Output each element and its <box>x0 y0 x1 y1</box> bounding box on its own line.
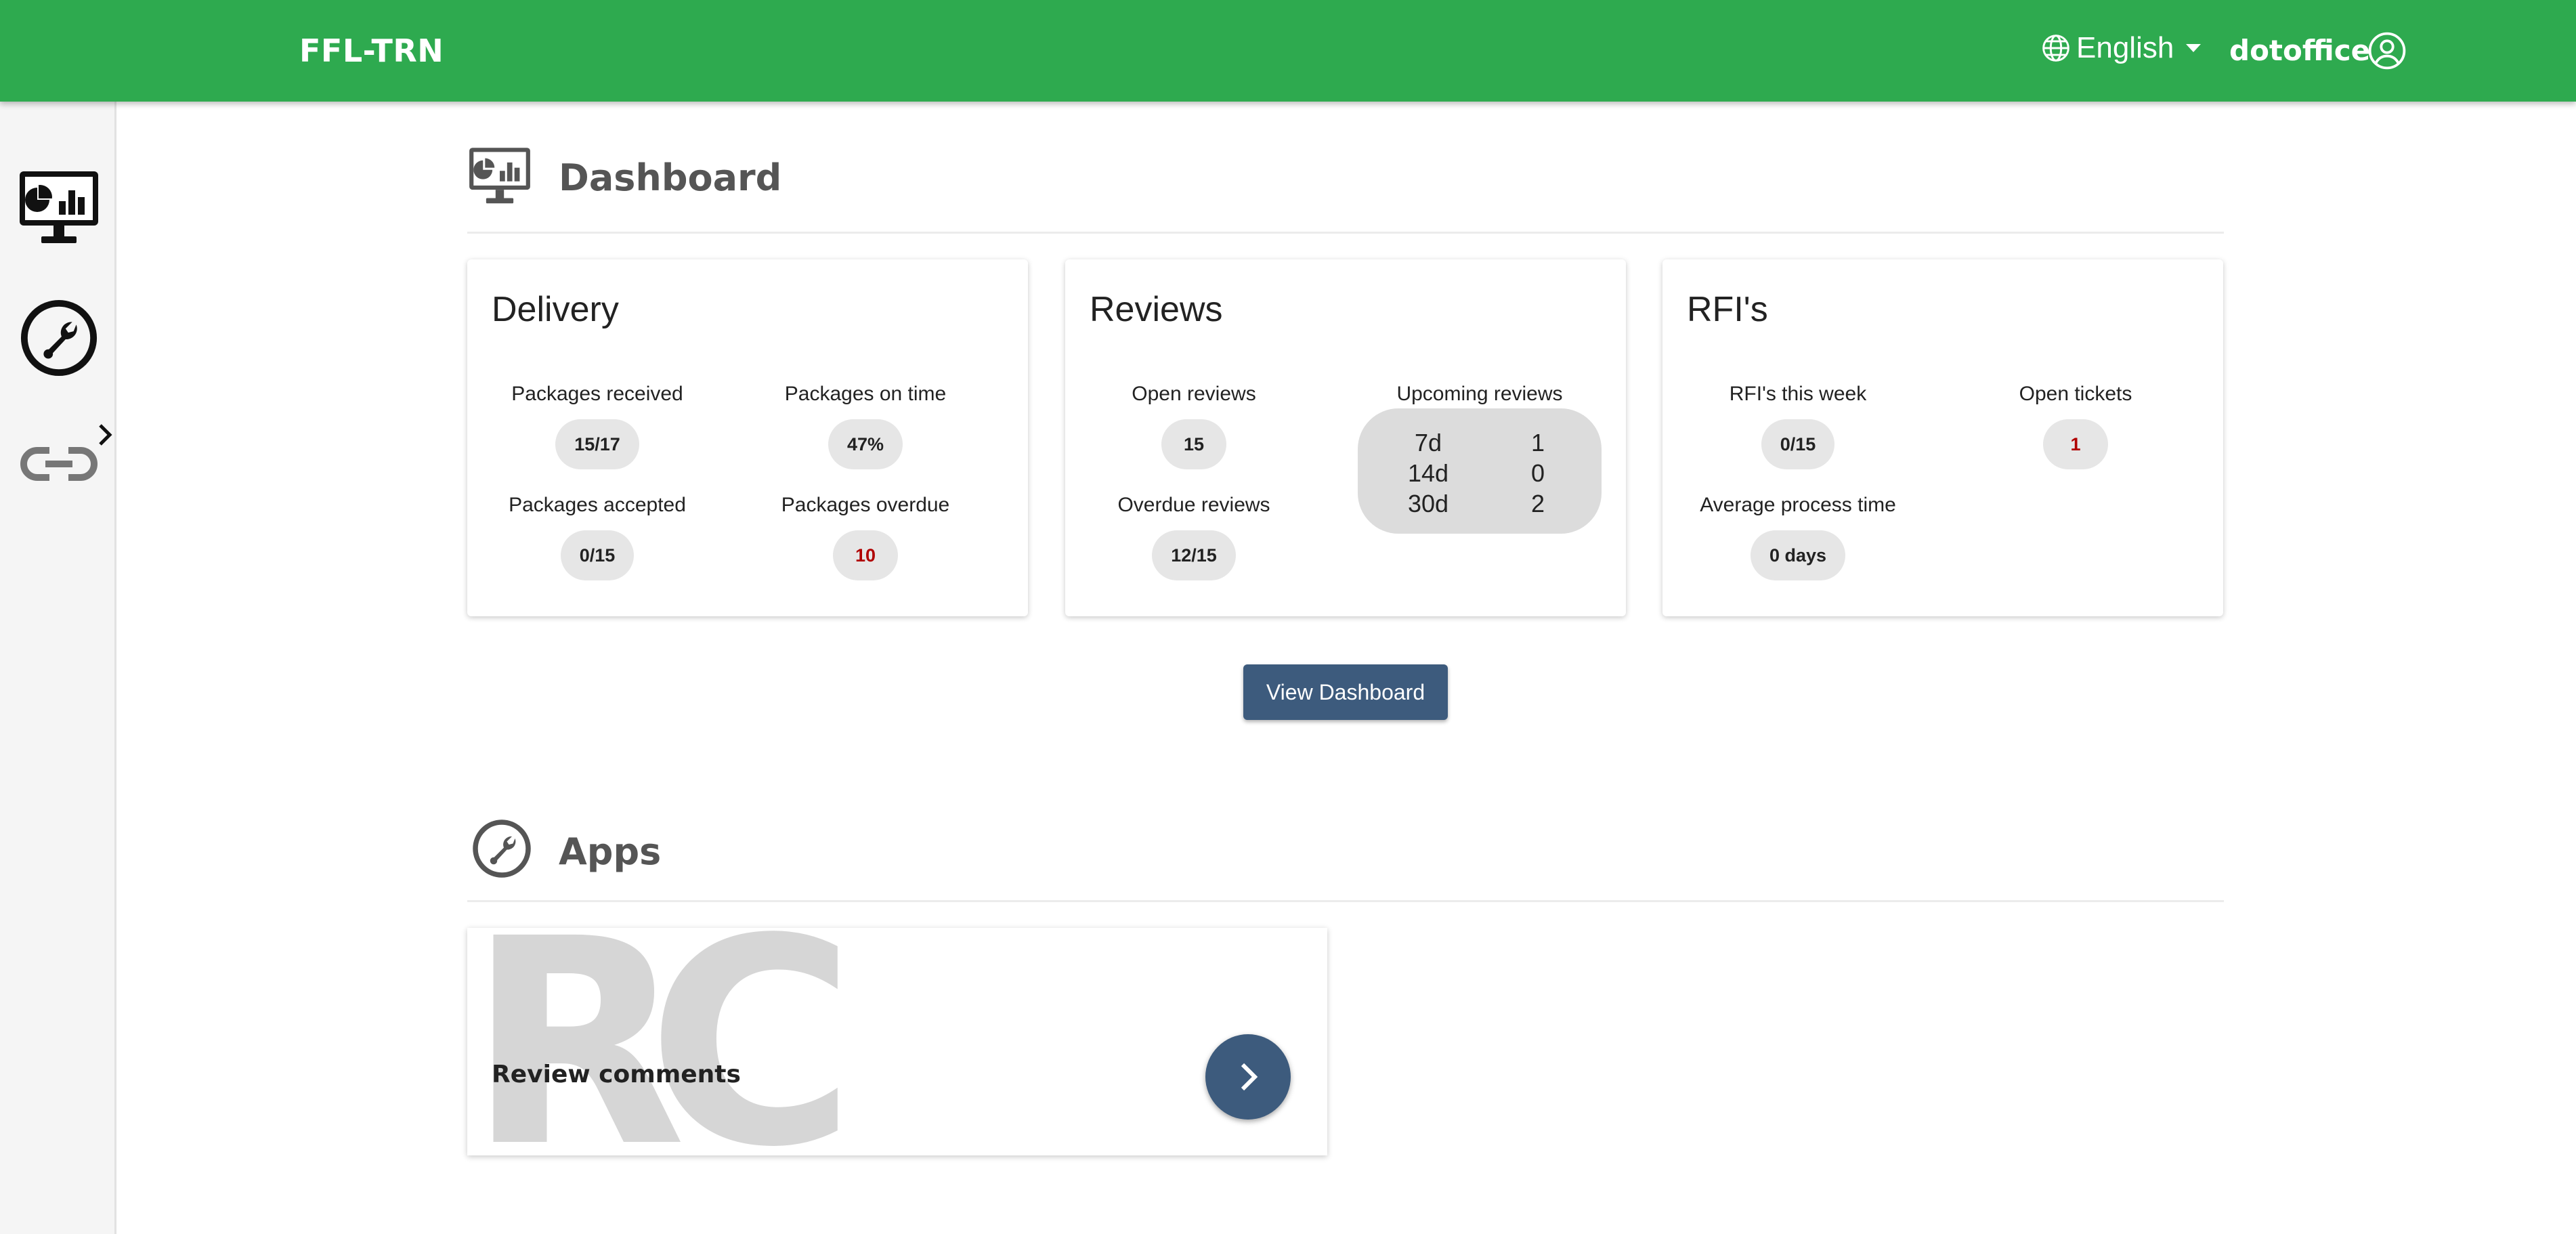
stat-open-tickets: Open tickets 1 <box>1947 383 2204 469</box>
sidebar-item-apps[interactable] <box>15 294 103 382</box>
upcoming-count: 1 <box>1530 429 1545 456</box>
upcoming-count: 0 <box>1530 459 1545 487</box>
reviews-card: Reviews Open reviews 15 Overdue reviews … <box>1065 259 1626 616</box>
stat-rfis-this-week: RFI's this week 0/15 <box>1669 383 1927 469</box>
language-label: English <box>2076 31 2174 64</box>
link-icon <box>20 447 98 481</box>
stat-packages-accepted: Packages accepted 0/15 <box>469 494 726 580</box>
delivery-card: Delivery Packages received 15/17 Package… <box>467 259 1028 616</box>
upcoming-reviews-table: 7d 1 14d 0 30d 2 <box>1358 408 1602 534</box>
stat-value: 0 days <box>1750 530 1846 580</box>
stat-label: Overdue reviews <box>1117 494 1270 516</box>
card-title: Reviews <box>1090 290 1223 329</box>
rfis-card: RFI's RFI's this week 0/15 Open tickets … <box>1662 259 2223 616</box>
app-card-review-comments[interactable]: RC Review comments <box>467 928 1327 1155</box>
open-app-button[interactable] <box>1205 1034 1291 1120</box>
upcoming-period: 30d <box>1408 490 1449 517</box>
stat-packages-overdue: Packages overdue 10 <box>737 494 994 580</box>
stat-label: Average process time <box>1700 494 1896 516</box>
upcoming-period: 7d <box>1414 429 1442 456</box>
sidebar <box>0 102 116 1234</box>
card-title: RFI's <box>1687 290 1768 329</box>
apps-section-header: Apps <box>467 813 2224 902</box>
user-account-icon[interactable] <box>2367 31 2407 70</box>
upcoming-row: 14d 0 <box>1358 459 1602 490</box>
view-dashboard-button[interactable]: View Dashboard <box>1243 664 1448 720</box>
chevron-down-icon <box>2186 44 2202 52</box>
stat-value: 47% <box>828 419 903 469</box>
monitor-chart-icon <box>20 171 98 243</box>
stat-value: 15/17 <box>555 419 639 469</box>
globe-icon <box>2042 35 2069 62</box>
stat-label: Packages received <box>511 383 683 405</box>
section-title: Apps <box>559 830 662 873</box>
app-abbreviation-watermark: RC <box>467 928 856 1155</box>
stat-label: Packages on time <box>784 383 947 405</box>
upcoming-row: 7d 1 <box>1358 429 1602 460</box>
upcoming-period: 14d <box>1408 459 1449 487</box>
stat-label: Open tickets <box>2019 383 2132 405</box>
stat-label: Packages overdue <box>781 494 950 516</box>
stat-average-process-time: Average process time 0 days <box>1669 494 1927 580</box>
stat-packages-on-time: Packages on time 47% <box>737 383 994 469</box>
wrench-icon <box>473 820 531 878</box>
stat-value: 0/15 <box>560 530 635 580</box>
stat-label: Open reviews <box>1132 383 1256 405</box>
stat-label: Upcoming reviews <box>1396 383 1563 405</box>
brand-title[interactable]: FFL-TRN <box>299 33 444 69</box>
stat-value: 0/15 <box>1761 419 1835 469</box>
stat-value: 15 <box>1161 419 1226 469</box>
upcoming-row: 30d 2 <box>1358 490 1602 521</box>
monitor-chart-icon <box>469 148 530 204</box>
sidebar-item-dashboard[interactable] <box>15 164 103 252</box>
top-bar: FFL-TRN English dotoffice <box>0 0 2576 102</box>
stat-packages-received: Packages received 15/17 <box>469 383 726 469</box>
chevron-right-icon <box>1241 1063 1258 1091</box>
stat-overdue-reviews: Overdue reviews 12/15 <box>1065 494 1323 580</box>
upcoming-count: 2 <box>1530 490 1545 517</box>
app-name: Review comments <box>492 1061 741 1088</box>
stat-label: RFI's this week <box>1729 383 1867 405</box>
language-selector[interactable]: English <box>2041 31 2202 65</box>
username[interactable]: dotoffice <box>2229 34 2370 67</box>
card-title: Delivery <box>492 290 619 329</box>
dashboard-section-header: Dashboard <box>467 146 2224 234</box>
upcoming-reviews-label-wrap: Upcoming reviews <box>1351 383 1608 410</box>
page-title: Dashboard <box>559 156 782 199</box>
wrench-icon <box>20 299 98 377</box>
stat-open-reviews: Open reviews 15 <box>1065 383 1323 469</box>
sidebar-item-links[interactable] <box>15 420 103 508</box>
stat-value-alert: 1 <box>2043 419 2108 469</box>
stat-label: Packages accepted <box>509 494 686 516</box>
stat-value-alert: 10 <box>833 530 898 580</box>
stat-value: 12/15 <box>1152 530 1236 580</box>
